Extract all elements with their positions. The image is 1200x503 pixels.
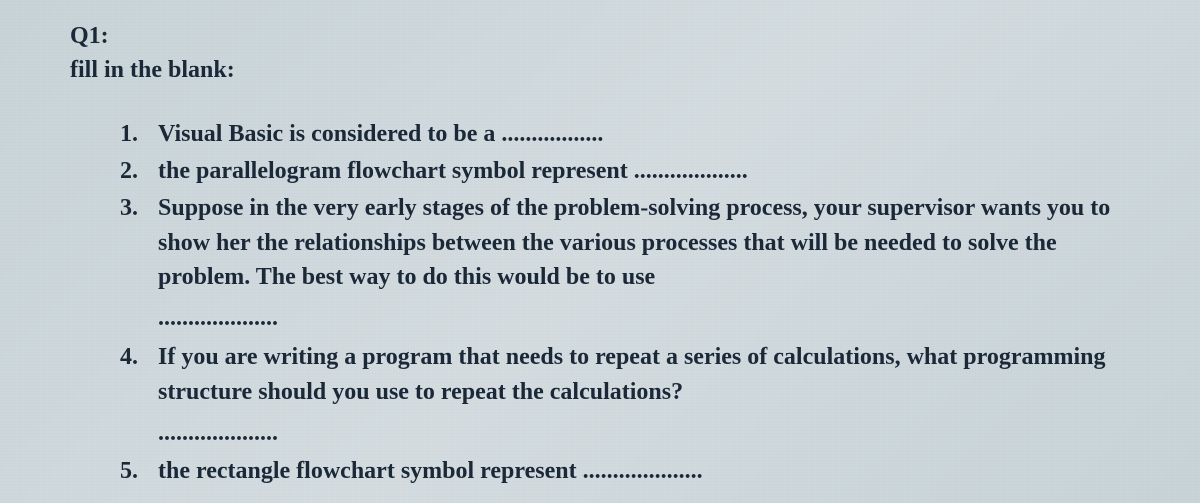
- list-item: the rectangle flowchart symbol represent…: [120, 454, 1140, 489]
- list-item: the parallelogram flowchart symbol repre…: [120, 154, 1140, 189]
- item-text: If you are writing a program that needs …: [158, 344, 1105, 405]
- list-item: Suppose in the very early stages of the …: [120, 191, 1140, 336]
- question-label: Q1:: [70, 20, 1140, 54]
- list-item: Visual Basic is considered to be a .....…: [120, 117, 1140, 152]
- item-text: Visual Basic is considered to be a .....…: [158, 121, 603, 147]
- list-item: If you are writing a program that needs …: [120, 340, 1140, 450]
- blank-line: ....................: [158, 301, 1140, 336]
- instruction-text: fill in the blank:: [70, 54, 1140, 88]
- question-list: Visual Basic is considered to be a .....…: [70, 117, 1140, 489]
- item-text: Suppose in the very early stages of the …: [158, 195, 1110, 291]
- item-text: the parallelogram flowchart symbol repre…: [158, 158, 748, 184]
- blank-line: ....................: [158, 416, 1140, 451]
- item-text: the rectangle flowchart symbol represent…: [158, 458, 703, 484]
- question-header: Q1: fill in the blank:: [70, 20, 1140, 87]
